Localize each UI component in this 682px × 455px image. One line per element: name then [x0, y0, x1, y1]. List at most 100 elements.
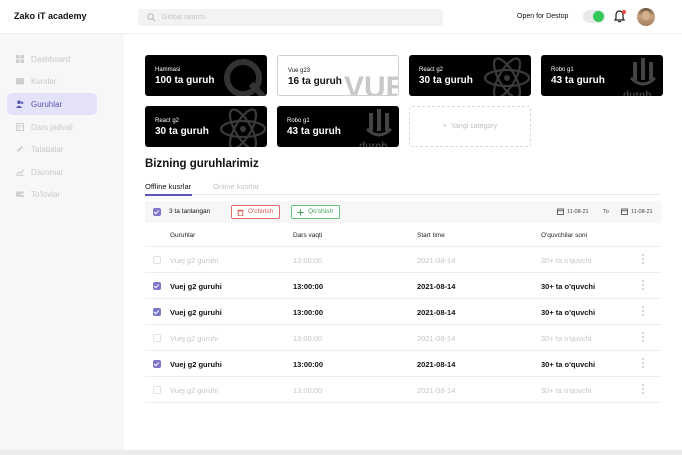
pencil-icon: [17, 146, 23, 152]
more-icon[interactable]: [642, 332, 645, 344]
row-students: 30+ ta o'quvchi: [541, 308, 596, 317]
table-row[interactable]: Vuej g2 guruhi 13:00:00 2021-08-14 30+ t…: [145, 377, 661, 403]
toggle-knob: [593, 11, 604, 22]
header-students[interactable]: O'quvchilar soni: [541, 232, 587, 239]
more-icon[interactable]: [642, 306, 645, 318]
groups-table: 3 ta tanlangan O'chirish Qo'shish 11-08-…: [145, 201, 661, 403]
date-from-value: 11-08-21: [567, 209, 589, 215]
header-start-time[interactable]: Start time: [417, 232, 445, 239]
sidebar-item-talabalar[interactable]: Talabalar: [7, 138, 97, 160]
card-name: React g2: [419, 67, 444, 73]
row-time: 13:00:00: [293, 256, 323, 265]
sidebar-item-davomat[interactable]: Davomat: [7, 161, 97, 183]
wallet-icon: [16, 191, 24, 197]
card-name: Robo g1: [287, 118, 310, 124]
row-checkbox[interactable]: [153, 360, 161, 368]
card-name: Hammasi: [155, 67, 181, 73]
more-icon[interactable]: [642, 280, 645, 292]
desktop-toggle[interactable]: [583, 10, 605, 23]
date-to-value: 11-08-21: [631, 209, 653, 215]
row-checkbox[interactable]: [153, 256, 161, 264]
card-count: 43 ta guruh: [551, 75, 605, 86]
add-button[interactable]: Qo'shish: [291, 205, 341, 219]
row-group-name: Vuej g2 guruhi: [170, 308, 222, 317]
bottom-scroll-strip: [0, 450, 682, 455]
row-checkbox[interactable]: [153, 334, 161, 342]
header-dars-vaqti[interactable]: Dars vaqti: [293, 232, 322, 239]
search-icon: [147, 13, 156, 22]
more-icon[interactable]: [642, 384, 645, 396]
add-label: Qo'shish: [308, 208, 334, 215]
table-header: Guruhlar Dars vaqti Start time O'quvchil…: [145, 223, 661, 247]
row-group-name: Vuej g2 guruhi: [170, 360, 222, 369]
card-count: 30 ta guruh: [155, 126, 209, 137]
sidebar: Dashboard Kurslar Guruhlar Dars jadvali …: [0, 34, 124, 450]
plus-icon: [297, 209, 304, 216]
vue-logo-icon: VUE: [344, 71, 398, 95]
card-count: 30 ta guruh: [419, 75, 473, 86]
sidebar-item-guruhlar[interactable]: Guruhlar: [7, 93, 97, 115]
table-row[interactable]: Vuej g2 guruhi 13:00:00 2021-08-14 30+ t…: [145, 247, 661, 273]
card-count: 100 ta guruh: [155, 75, 215, 86]
category-card-vue[interactable]: VUE Vue g23 16 ta guruh: [277, 55, 399, 96]
chart-icon: [16, 169, 24, 176]
row-checkbox[interactable]: [153, 308, 161, 316]
add-category-card[interactable]: + Yangi category: [409, 106, 531, 147]
table-row[interactable]: Vuej g2 guruhi 13:00:00 2021-08-14 30+ t…: [145, 351, 661, 377]
sidebar-item-label: To'lovlar: [31, 189, 61, 199]
category-card-robo[interactable]: durob Robo g1 43 ta guruh: [277, 106, 399, 147]
user-avatar[interactable]: [637, 8, 655, 26]
to-label: To: [603, 209, 609, 215]
sidebar-item-dashboard[interactable]: Dashboard: [7, 48, 97, 70]
date-from-picker[interactable]: 11-08-21: [557, 208, 589, 215]
sidebar-item-dars-jadvali[interactable]: Dars jadvali: [7, 116, 97, 138]
category-card-react[interactable]: React g2 30 ta guruh: [409, 55, 531, 96]
global-search[interactable]: [138, 9, 443, 26]
sidebar-item-label: Guruhlar: [31, 99, 63, 109]
more-icon[interactable]: [642, 254, 645, 266]
row-students: 30+ ta o'quvchi: [541, 386, 592, 395]
search-input[interactable]: [162, 11, 432, 24]
card-name: Robo g1: [551, 67, 574, 73]
header-guruhlar[interactable]: Guruhlar: [170, 232, 195, 239]
react-logo-icon: [219, 108, 267, 147]
tab-online[interactable]: Online kusrlar: [213, 182, 259, 191]
row-checkbox[interactable]: [153, 282, 161, 290]
tab-offline[interactable]: Offline kusrlar: [145, 182, 193, 196]
sidebar-item-kurslar[interactable]: Kurslar: [7, 70, 97, 92]
svg-text:durob: durob: [359, 141, 387, 147]
row-students: 30+ ta o'quvchi: [541, 282, 596, 291]
table-row[interactable]: Vuej g2 guruhi 13:00:00 2021-08-14 30+ t…: [145, 299, 661, 325]
sidebar-item-tolovlar[interactable]: To'lovlar: [7, 183, 97, 205]
course-tabs: Offline kusrlar Online kusrlar: [145, 181, 661, 196]
sidebar-item-label: Davomat: [31, 167, 64, 177]
table-icon: [16, 123, 24, 131]
dashboard-icon: [16, 55, 24, 63]
row-time: 13:00:00: [293, 334, 323, 343]
category-card-robo[interactable]: durob Robo g1 43 ta guruh: [541, 55, 663, 96]
brand-name: Zako iT academy: [14, 11, 87, 21]
section-title: Bizning guruhlarimiz: [145, 158, 259, 170]
row-group-name: Vuej g2 guruhi: [170, 282, 222, 291]
folder-icon: [16, 78, 24, 85]
delete-button[interactable]: O'chirish: [231, 205, 281, 219]
card-name: Vue g23: [288, 68, 311, 74]
row-group-name: Vuej g2 guruhi: [170, 334, 219, 343]
row-checkbox[interactable]: [153, 386, 161, 394]
row-students: 30+ ta o'quvchi: [541, 360, 596, 369]
table-row[interactable]: Vuej g2 guruhi 13:00:00 2021-08-14 30+ t…: [145, 273, 661, 299]
more-icon[interactable]: [642, 358, 645, 370]
users-icon: [16, 100, 24, 108]
select-all-checkbox[interactable]: [153, 208, 161, 216]
sidebar-item-label: Dars jadvali: [31, 122, 73, 132]
card-count: 16 ta guruh: [288, 76, 342, 87]
category-card-hammasi[interactable]: Hammasi 100 ta guruh: [145, 55, 267, 96]
row-time: 13:00:00: [293, 308, 324, 317]
notification-bell[interactable]: [613, 10, 626, 25]
table-row[interactable]: Vuej g2 guruhi 13:00:00 2021-08-14 30+ t…: [145, 325, 661, 351]
category-card-react[interactable]: React g2 30 ta guruh: [145, 106, 267, 147]
row-group-name: Vuej g2 guruhi: [170, 386, 219, 395]
plus-icon: +: [442, 123, 451, 130]
row-start: 2021-08-14: [417, 386, 456, 395]
date-to-picker[interactable]: 11-08-21: [621, 208, 653, 215]
